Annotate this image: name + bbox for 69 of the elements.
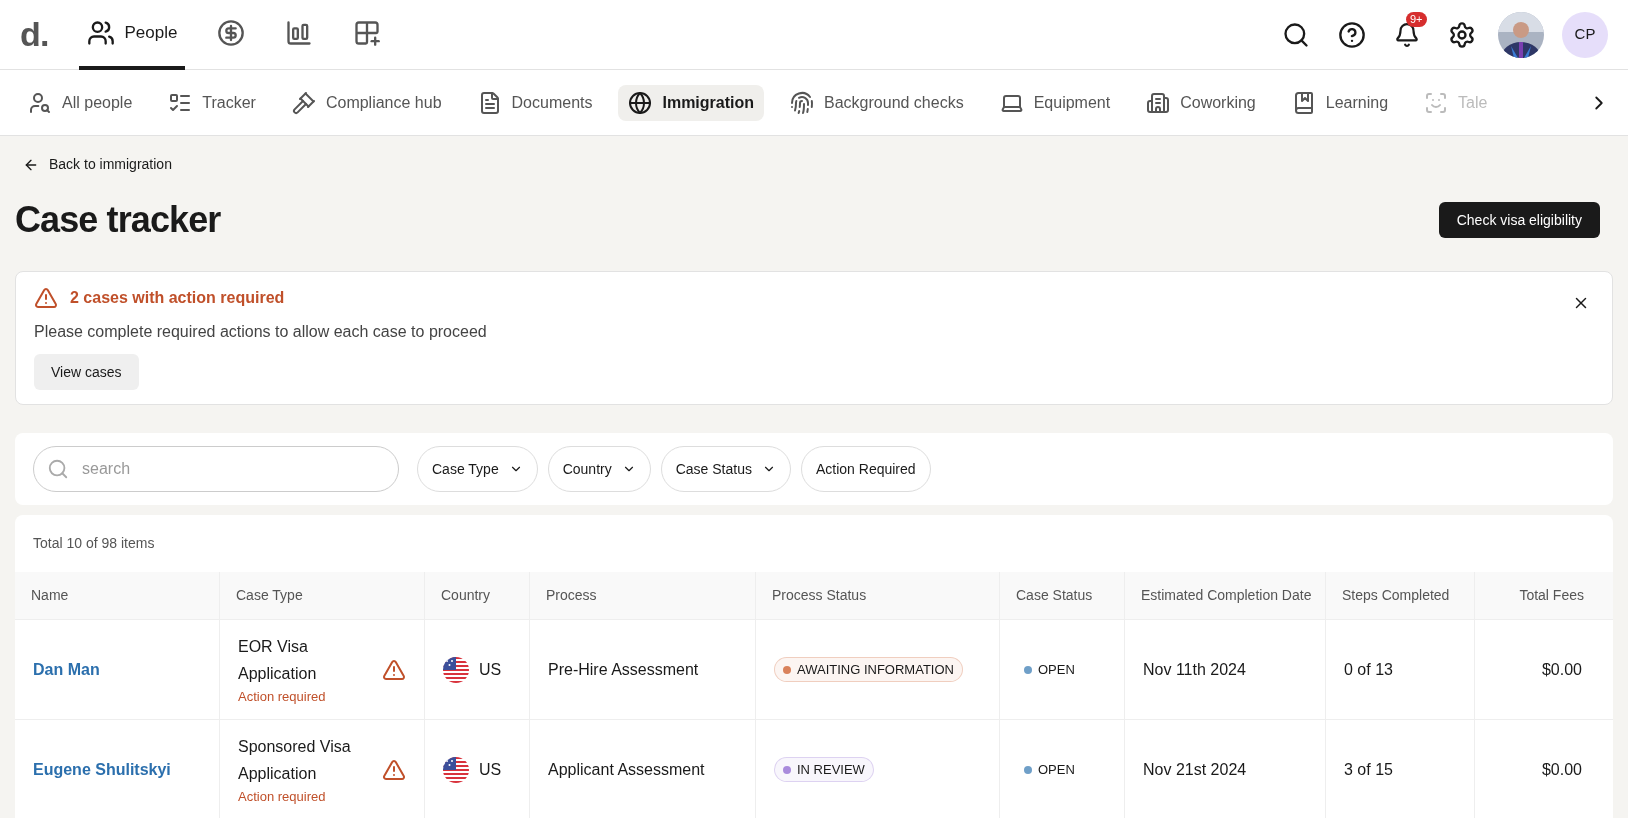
person-link[interactable]: Dan Man <box>33 657 100 682</box>
logo[interactable]: d. <box>20 9 49 60</box>
action-required-label: Action required <box>238 787 327 806</box>
grid-plus-icon <box>353 18 382 47</box>
gavel-icon <box>291 90 316 115</box>
column-header: Total Fees <box>1518 586 1585 605</box>
case-status: OPEN <box>1024 659 1075 680</box>
sub-nav-tab[interactable]: Background checks <box>780 84 974 121</box>
fingerprint-icon <box>790 90 815 115</box>
search-field[interactable]: search <box>33 446 399 492</box>
column-header: Process Status <box>756 572 1000 619</box>
sub-nav-tab[interactable]: Tracker <box>158 84 266 121</box>
table-cell-text: Applicant Assessment <box>548 759 705 780</box>
user-avatar[interactable]: CP <box>1562 11 1608 58</box>
user-search-icon <box>28 90 52 115</box>
table-cell-text: Nov 21st 2024 <box>1143 759 1247 780</box>
table-cell-text: $0.00 <box>1541 659 1582 680</box>
sub-nav-tab[interactable]: Immigration <box>618 84 765 121</box>
case-status: OPEN <box>1024 759 1075 780</box>
people-icon <box>86 18 115 47</box>
globe-icon <box>628 90 653 115</box>
column-header: Steps Completed <box>1326 572 1475 619</box>
sub-nav-tab[interactable]: Compliance hub <box>281 84 452 121</box>
warning-icon <box>382 757 406 782</box>
warning-icon <box>382 657 406 682</box>
column-header: Process <box>530 572 756 619</box>
person-link[interactable]: Eugene Shulitskyi <box>33 757 171 782</box>
warning-icon <box>34 286 58 310</box>
search-icon[interactable] <box>1282 20 1310 49</box>
sub-nav-tab[interactable]: All people <box>18 84 143 121</box>
column-header: Estimated Completion Date <box>1125 572 1326 619</box>
bell-icon[interactable] <box>1394 21 1420 48</box>
table-cell-text: $0.00 <box>1541 759 1582 780</box>
settings-icon[interactable] <box>1448 20 1476 49</box>
help-icon[interactable] <box>1338 20 1366 49</box>
table-cell-text: US <box>479 759 502 780</box>
sub-nav-tab[interactable]: Learning <box>1281 84 1399 121</box>
column-header: Name <box>15 572 220 619</box>
item-count: Total 10 of 98 items <box>32 534 156 553</box>
table-cell-text: Sponsored Visa Application <box>238 736 352 784</box>
table-cell-text: 0 of 13 <box>1344 659 1393 680</box>
dollar-icon <box>217 18 246 47</box>
view-cases-button[interactable]: View cases <box>34 354 139 390</box>
flag-icon <box>443 656 469 683</box>
table-cell-text: Pre-Hire Assessment <box>548 659 699 680</box>
sub-nav-tab[interactable]: Coworking <box>1136 84 1266 121</box>
action-required-label: Action required <box>238 687 327 706</box>
sub-nav-tab[interactable]: Documents <box>467 84 603 121</box>
search-icon <box>47 458 69 480</box>
column-header: Case Type <box>220 572 425 619</box>
table-cell-text: 3 of 15 <box>1344 759 1393 780</box>
building-icon <box>1146 90 1171 115</box>
sub-nav-tab[interactable]: Equipment <box>989 84 1121 121</box>
status-badge: AWAITING INFORMATION <box>774 656 963 683</box>
table-cell-text: US <box>479 659 502 680</box>
status-badge: IN REVIEW <box>774 756 874 783</box>
table-cell-text: Nov 11th 2024 <box>1143 659 1246 680</box>
notification-badge: 9+ <box>1406 11 1427 27</box>
bar-chart-icon <box>285 18 314 47</box>
alert-title: 2 cases with action required <box>70 288 285 308</box>
check-eligibility-button[interactable]: Check visa eligibility <box>1438 202 1600 238</box>
column-header: Case Status <box>1000 572 1125 619</box>
flag-icon <box>443 756 469 783</box>
table-cell-text: EOR Visa Application <box>238 636 318 684</box>
alert-message: Please complete required actions to allow each case to proceed <box>34 322 488 342</box>
column-header: Country <box>425 572 530 619</box>
back-link[interactable]: Back to immigration <box>23 154 1613 175</box>
page-title: Case tracker <box>15 198 221 242</box>
face-scan-icon <box>1424 90 1449 115</box>
